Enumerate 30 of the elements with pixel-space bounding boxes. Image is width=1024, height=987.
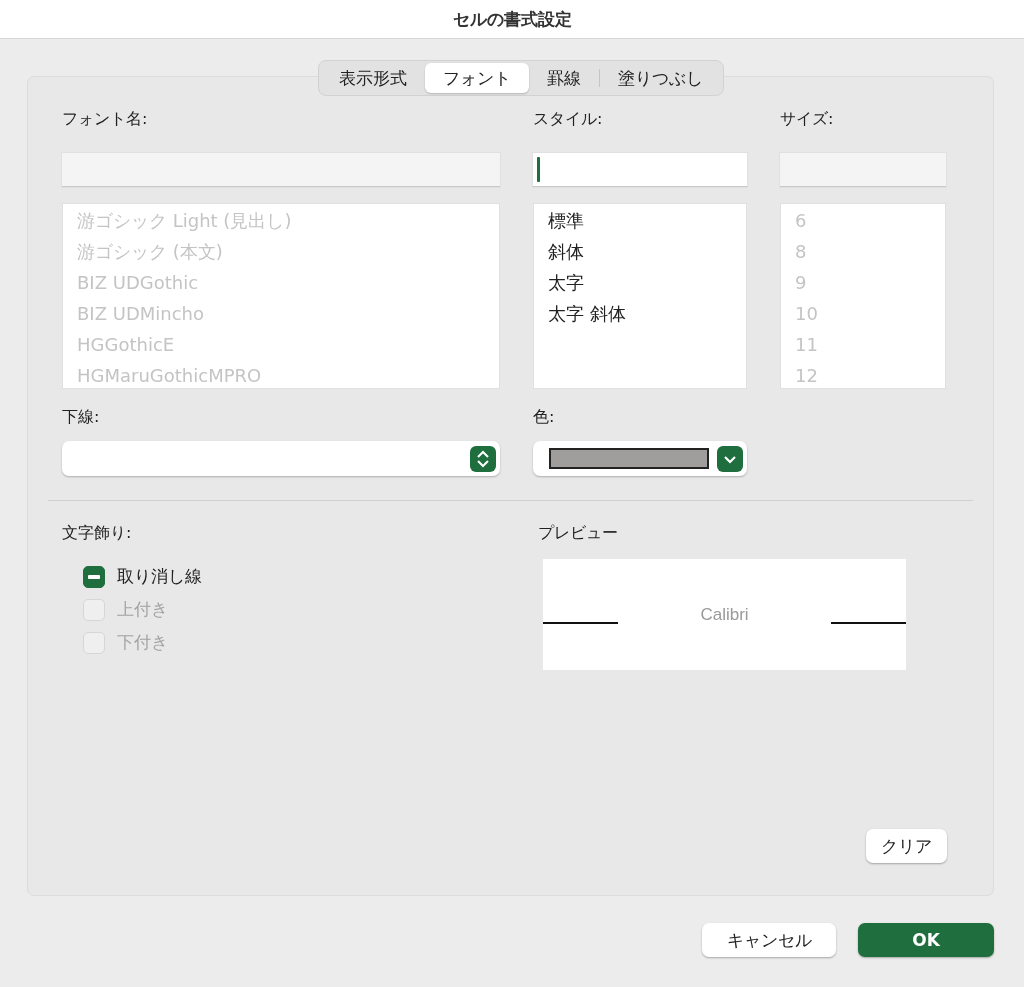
tab[interactable]: 表示形式 [320, 63, 425, 93]
list-item[interactable]: 標準 [548, 205, 584, 236]
tab[interactable]: 塗りつぶし [599, 63, 721, 93]
checkbox[interactable] [83, 565, 105, 588]
color-dropdown[interactable] [533, 441, 747, 476]
window-title: セルの書式設定 [452, 7, 572, 31]
text-field[interactable] [533, 153, 747, 187]
ok-button[interactable]: OK [858, 923, 994, 957]
chevron-down-icon [717, 445, 743, 472]
clear-button[interactable]: クリア [866, 829, 947, 863]
underline-dropdown[interactable] [62, 441, 500, 476]
field-label: スタイル: [533, 109, 604, 130]
tab[interactable]: フォント [424, 63, 529, 93]
list-item[interactable]: 太字 斜体 [548, 298, 626, 329]
section-label: 文字飾り: [62, 523, 133, 544]
list-item[interactable]: 斜体 [548, 236, 584, 267]
field-label: 色: [533, 407, 556, 428]
stepper-icon [470, 445, 496, 472]
checkbox-label: 下付き [117, 631, 168, 654]
text-caret [537, 157, 540, 182]
preview-text: Calibri [700, 604, 749, 625]
cancel-button[interactable]: キャンセル [702, 923, 836, 957]
field-label: サイズ: [780, 109, 835, 130]
tab[interactable]: 罫線 [528, 63, 599, 93]
field-label: フォント名: [62, 109, 149, 130]
list-item[interactable]: 太字 [548, 267, 584, 298]
section-label: プレビュー [538, 523, 619, 544]
field-label: 下線: [62, 407, 101, 428]
checkbox-label: 上付き [117, 598, 168, 621]
checkbox-label: 取り消し線 [117, 565, 202, 588]
